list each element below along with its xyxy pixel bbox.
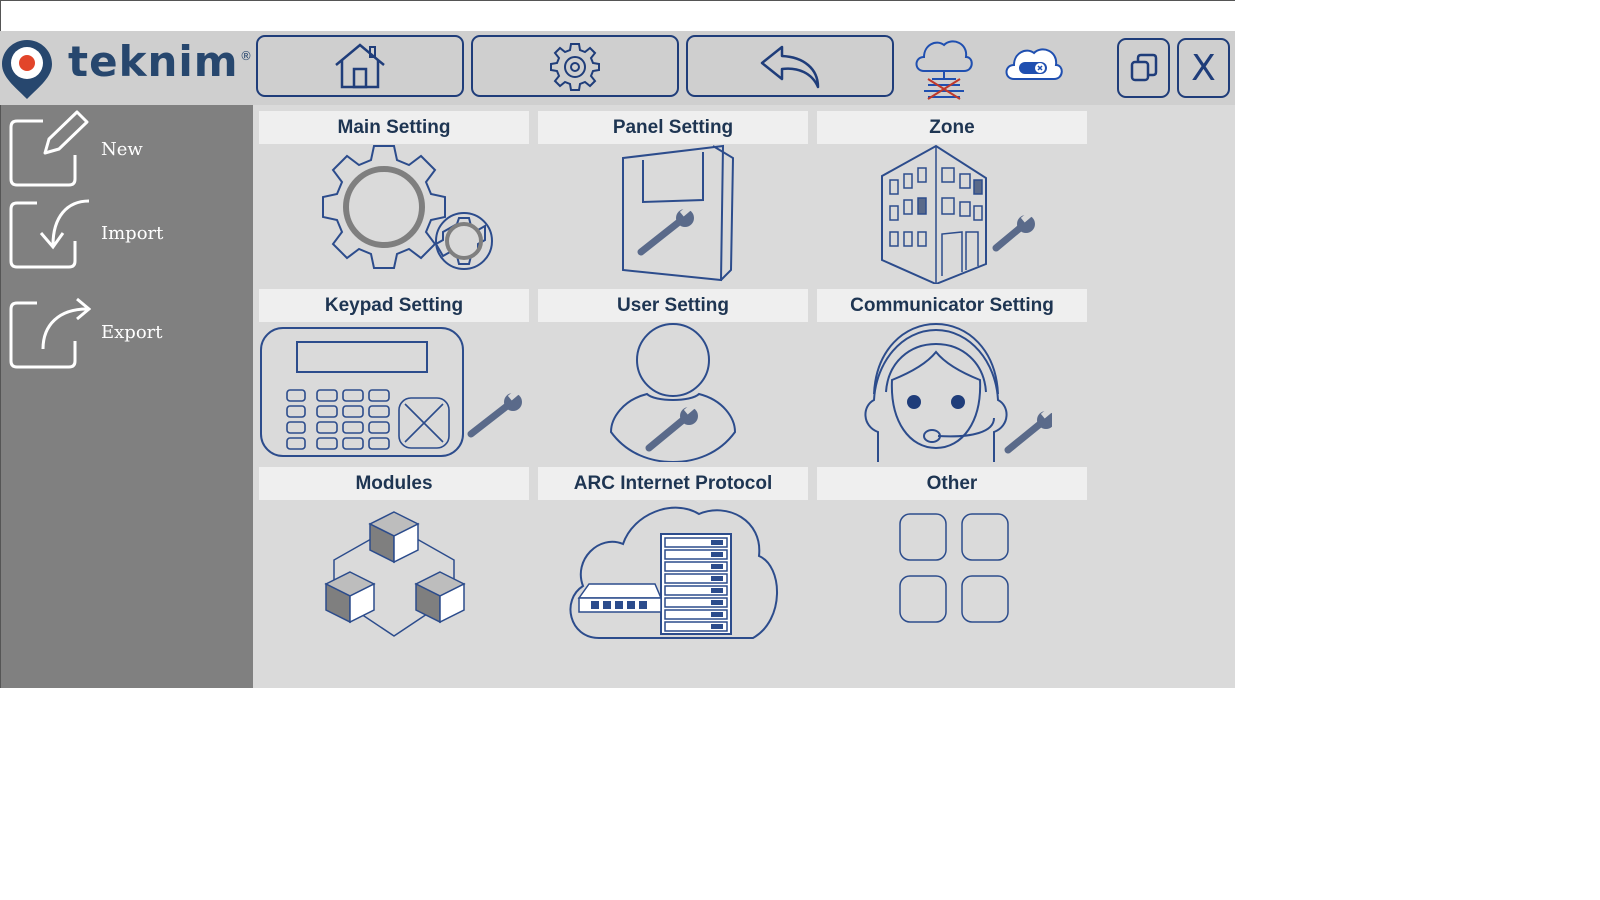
tile-header: Panel Setting	[538, 111, 808, 144]
teknim-logo: teknim ®	[0, 31, 255, 105]
cloud-status-indicator[interactable]	[910, 33, 976, 103]
settings-button[interactable]	[471, 35, 679, 97]
back-arrow-icon	[760, 45, 820, 89]
keypad-wrench-icon	[260, 327, 522, 457]
export-icon	[9, 297, 91, 369]
user-wrench-icon	[609, 323, 737, 462]
tile-header: Zone	[817, 111, 1087, 144]
building-wrench-icon	[881, 144, 1035, 284]
tile-keypad-setting[interactable]: Keypad Setting	[259, 289, 529, 462]
settings-grid: Main Setting Panel Setting Zone Keypad S…	[253, 105, 1235, 688]
close-button[interactable]: X	[1177, 38, 1230, 98]
logo-text: teknim	[68, 37, 239, 86]
location-pin-logo-icon	[2, 40, 52, 99]
cloud-toggle[interactable]	[1002, 43, 1068, 93]
cloud-toggle-icon	[1005, 48, 1063, 80]
tile-header: ARC Internet Protocol	[538, 467, 808, 500]
back-button[interactable]	[686, 35, 894, 97]
home-icon	[335, 43, 385, 89]
sidebar-item-new[interactable]: New	[7, 109, 143, 189]
sidebar-item-label: New	[101, 138, 143, 160]
sidebar-item-label: Import	[101, 222, 164, 244]
tile-zone[interactable]: Zone	[817, 111, 1087, 284]
tile-user-setting[interactable]: User Setting	[538, 289, 808, 462]
tile-header: Modules	[259, 467, 529, 500]
home-button[interactable]	[256, 35, 464, 97]
tile-modules[interactable]: Modules	[259, 467, 529, 640]
sidebar-item-import[interactable]: Import	[7, 197, 163, 269]
window-top-area	[0, 0, 1235, 31]
registered-mark: ®	[240, 49, 252, 63]
operator-headset-icon	[864, 322, 1052, 462]
tile-header: Main Setting	[259, 111, 529, 144]
tile-header: Other	[817, 467, 1087, 500]
panel-wrench-icon	[622, 144, 735, 282]
cloud-disconnected-icon	[915, 40, 973, 100]
tile-panel-setting[interactable]: Panel Setting	[538, 111, 808, 284]
gear-icon	[550, 43, 600, 91]
import-icon	[9, 199, 90, 269]
tile-other[interactable]: Other	[817, 467, 1087, 640]
tile-header: Communicator Setting	[817, 289, 1087, 322]
cubes-icon	[324, 511, 466, 637]
tile-communicator-setting[interactable]: Communicator Setting	[817, 289, 1087, 462]
top-toolbar: teknim ® X	[0, 31, 1235, 105]
grid-icon	[899, 513, 1009, 623]
restore-window-icon	[1130, 53, 1157, 82]
sidebar-item-label: Export	[101, 321, 163, 343]
restore-window-button[interactable]	[1117, 38, 1170, 98]
tile-main-setting[interactable]: Main Setting	[259, 111, 529, 284]
edit-icon	[9, 110, 89, 187]
close-label: X	[1191, 47, 1216, 89]
app-window: teknim ® X New Import Export Main Settin…	[0, 0, 1235, 688]
sidebar-item-export[interactable]: Export	[7, 295, 163, 369]
sidebar: New Import Export	[0, 105, 253, 688]
tile-header: Keypad Setting	[259, 289, 529, 322]
tile-arc-internet-protocol[interactable]: ARC Internet Protocol	[538, 467, 808, 640]
tile-header: User Setting	[538, 289, 808, 322]
gears-icon	[322, 145, 493, 270]
cloud-server-icon	[569, 506, 778, 639]
